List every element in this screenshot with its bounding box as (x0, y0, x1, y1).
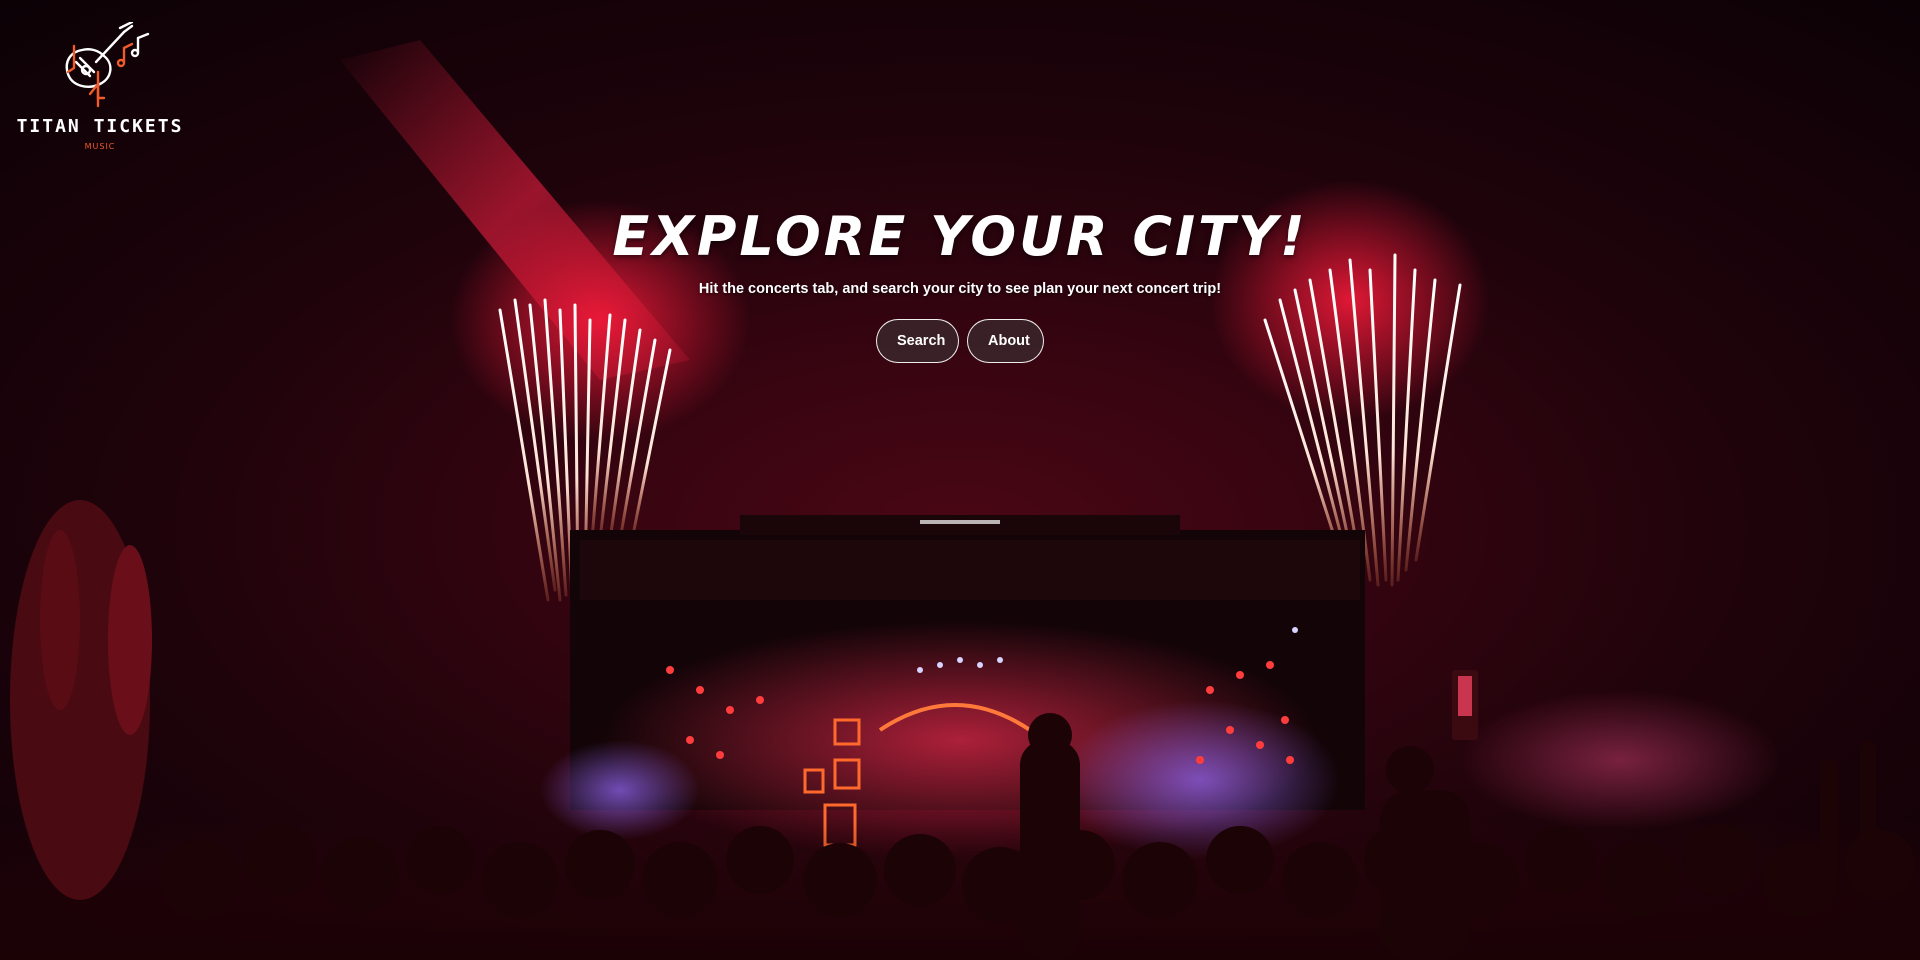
about-button[interactable]: About (967, 319, 1044, 363)
brand-name: TITAN TICKETS (16, 116, 184, 137)
hero-section: EXPLORE YOUR CITY! Hit the concerts tab,… (0, 205, 1920, 363)
brand-tagline: MUSIC (84, 142, 116, 151)
hero-button-group: Search About (876, 319, 1044, 363)
search-button[interactable]: Search (876, 319, 959, 363)
hero-subtitle: Hit the concerts tab, and search your ci… (698, 281, 1222, 297)
guitar-music-notes-icon (65, 22, 150, 108)
concert-background-image (0, 0, 1920, 960)
brand-logo[interactable]: TITAN TICKETS MUSIC (17, 22, 181, 151)
hero-title: EXPLORE YOUR CITY! (612, 205, 1308, 268)
